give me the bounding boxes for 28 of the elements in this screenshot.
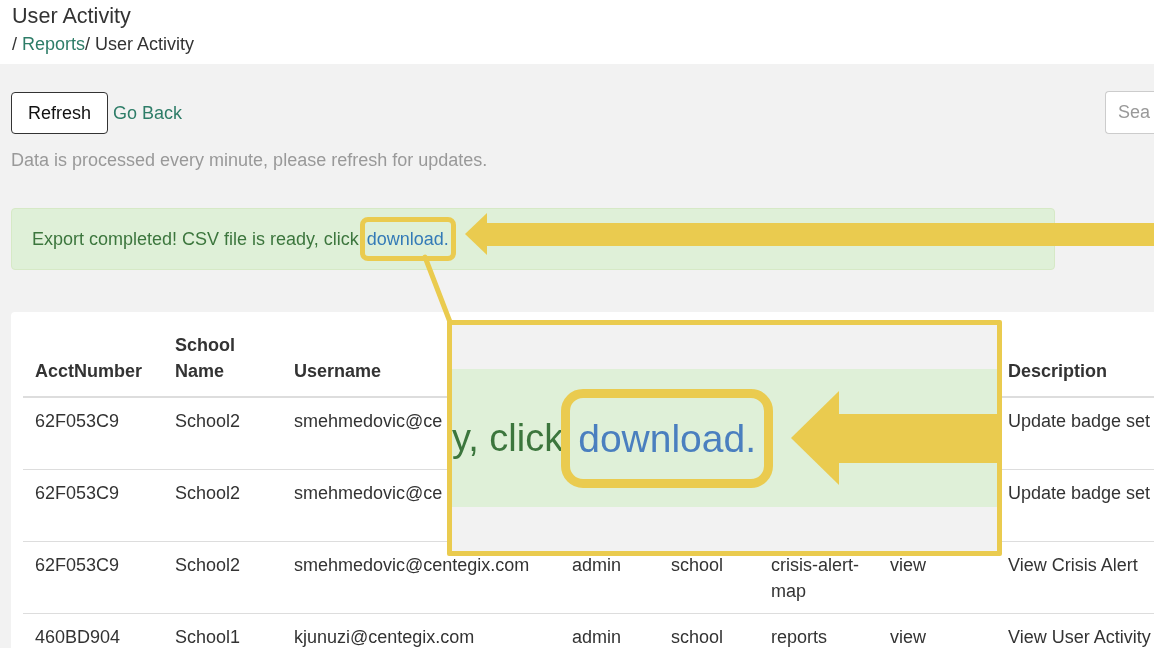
breadcrumb-link[interactable]: Reports (22, 31, 86, 57)
table-cell: 62F053C9 (23, 469, 163, 541)
refresh-button[interactable]: Refresh (11, 91, 109, 134)
table-cell: admin (560, 613, 659, 648)
info-note: Data is processed every minute, please refresh for updates. (11, 149, 489, 172)
alert-message: Export completed! CSV file is ready, click download. (32, 217, 456, 261)
table-cell: School1 (163, 613, 282, 648)
breadcrumb-current: User Activity (95, 33, 195, 56)
column-header: AcctNumber (23, 324, 163, 397)
table-cell: School2 (163, 469, 282, 541)
table-cell: School2 (163, 397, 282, 469)
page-title: User Activity (12, 3, 132, 29)
table-cell: 62F053C9 (23, 397, 163, 469)
breadcrumb-separator: / (85, 33, 91, 56)
table-cell: school (659, 613, 759, 648)
back-link[interactable]: Go Back (113, 99, 183, 126)
download-link[interactable]: download. (366, 229, 449, 249)
search-field[interactable]: Sea (1105, 91, 1154, 134)
table-cell: View User Activity (996, 613, 1154, 648)
table-cell: kjunuzi@centegix.com (282, 613, 560, 648)
table-cell: view (878, 613, 996, 648)
table-cell: 62F053C9 (23, 541, 163, 613)
table-cell: 460BD904 (23, 613, 163, 648)
table-cell: School2 (163, 541, 282, 613)
table-cell: reports (759, 613, 878, 648)
breadcrumb-separator: / (12, 33, 17, 56)
column-header: School Name (163, 324, 282, 397)
magnified-word: download. (578, 416, 756, 460)
